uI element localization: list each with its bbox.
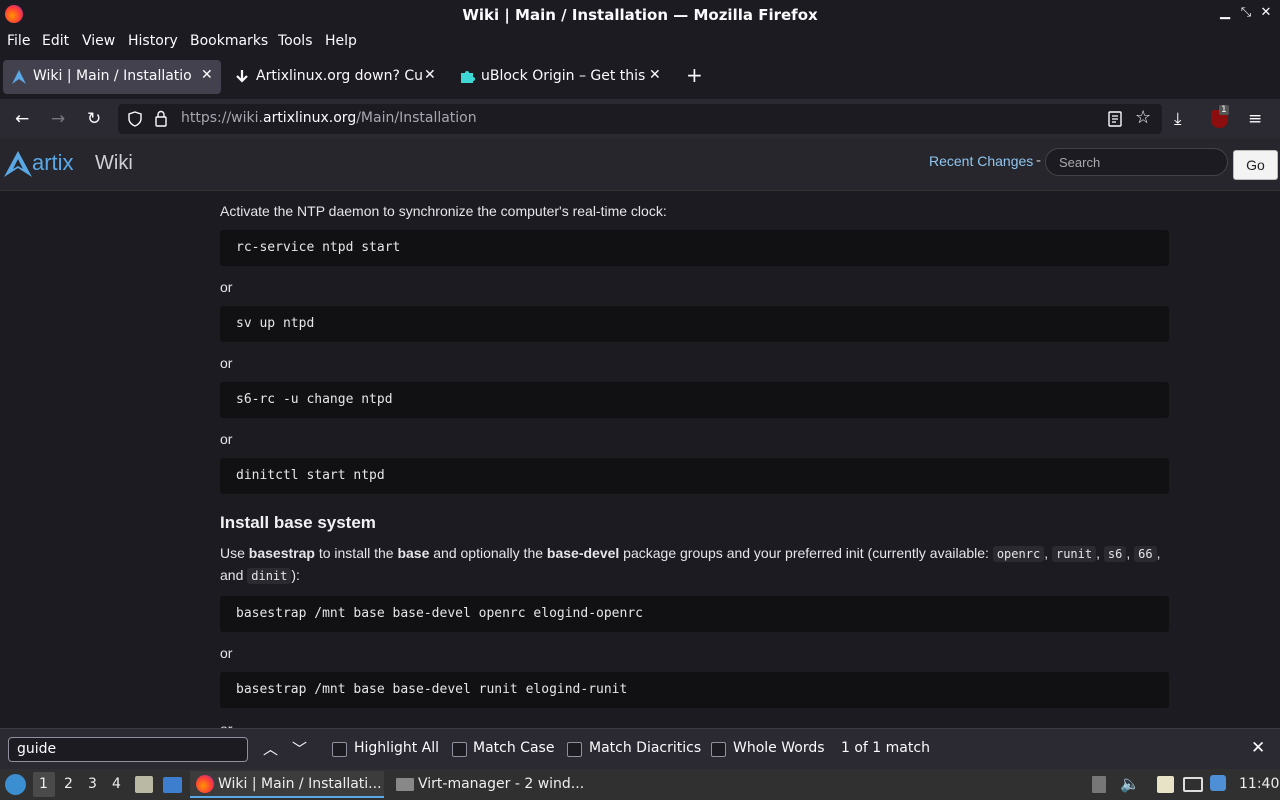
find-bar: guide ︿ ﹀ Highlight All Match Case Match…: [0, 728, 1280, 769]
go-button[interactable]: Go: [1233, 150, 1278, 180]
find-previous-icon[interactable]: ︿: [263, 738, 278, 759]
workspace-4[interactable]: 4: [112, 776, 121, 792]
menu-file[interactable]: File: [7, 33, 30, 49]
clock: 11:40: [1239, 776, 1280, 792]
back-icon[interactable]: ←: [15, 109, 29, 129]
reload-icon[interactable]: ↻: [87, 109, 101, 129]
find-input[interactable]: guide: [8, 737, 248, 762]
menu-help[interactable]: Help: [325, 33, 357, 49]
or-text: or: [220, 431, 233, 447]
logo-text[interactable]: artix: [32, 150, 74, 176]
menu-tools[interactable]: Tools: [278, 33, 313, 49]
or-text: or: [220, 645, 233, 661]
logo-wiki[interactable]: Wiki: [95, 152, 133, 175]
tab-close-icon[interactable]: ✕: [424, 67, 436, 83]
workspace-1[interactable]: 1: [39, 776, 48, 792]
navigation-toolbar: ← → ↻ https://wiki.artixlinux.org/Main/I…: [0, 99, 1280, 139]
ntp-intro: Activate the NTP daemon to synchronize t…: [220, 203, 667, 219]
close-findbar-icon[interactable]: ✕: [1251, 738, 1265, 758]
basestrap-term: basestrap: [248, 545, 315, 561]
match-diacritics-label[interactable]: Match Diacritics: [589, 740, 701, 756]
taskbar-window-label[interactable]: Virt-manager - 2 wind...: [418, 776, 584, 792]
code-block: basestrap /mnt base base-devel runit elo…: [220, 672, 1169, 708]
workspace-3[interactable]: 3: [88, 776, 97, 792]
recent-changes-link[interactable]: Recent Changes: [929, 153, 1033, 169]
taskbar: 1 2 3 4 Wiki | Main / Installati... Virt…: [0, 769, 1280, 800]
wiki-search-input[interactable]: Search: [1045, 148, 1228, 176]
tab-ublock-origin[interactable]: uBlock Origin – Get this E ✕: [451, 60, 669, 94]
install-paragraph: Use basestrap to install the base and op…: [220, 545, 1161, 562]
header-separator: -: [1036, 153, 1042, 169]
highlight-all-label[interactable]: Highlight All: [354, 740, 439, 756]
match-diacritics-checkbox[interactable]: [567, 742, 582, 757]
new-tab-button[interactable]: +: [686, 65, 703, 85]
url-bar[interactable]: https://wiki.artixlinux.org/Main/Install…: [118, 104, 1162, 134]
whole-words-label[interactable]: Whole Words: [733, 740, 825, 756]
tab-bar: Wiki | Main / Installation ✕ Artixlinux.…: [0, 54, 1280, 99]
tab-wiki-installation[interactable]: Wiki | Main / Installation ✕: [3, 60, 221, 94]
window-titlebar: Wiki | Main / Installation — Mozilla Fir…: [0, 0, 1280, 29]
file-manager-icon[interactable]: [135, 776, 153, 793]
menu-bookmarks[interactable]: Bookmarks: [190, 33, 268, 49]
workspace-2[interactable]: 2: [64, 776, 73, 792]
desktop-icon[interactable]: [163, 777, 182, 793]
menu-view[interactable]: View: [82, 33, 115, 49]
code-block: basestrap /mnt base base-devel openrc el…: [220, 596, 1169, 632]
tab-close-icon[interactable]: ✕: [201, 67, 213, 83]
inline-code: dinit: [247, 568, 292, 584]
window-title: Wiki | Main / Installation — Mozilla Fir…: [462, 6, 818, 24]
volume-icon[interactable]: 🔈: [1120, 774, 1140, 793]
code-block: dinitctl start ntpd: [220, 458, 1169, 494]
whole-words-checkbox[interactable]: [711, 742, 726, 757]
section-heading: Install base system: [220, 513, 376, 532]
hamburger-menu-icon[interactable]: ≡: [1248, 109, 1262, 129]
downloads-icon[interactable]: ⤓: [1174, 109, 1182, 129]
reader-view-icon[interactable]: [1108, 111, 1122, 127]
minimize-icon[interactable]: ▁: [1217, 5, 1233, 20]
match-case-checkbox[interactable]: [452, 742, 467, 757]
find-next-icon[interactable]: ﹀: [292, 738, 307, 759]
close-window-icon[interactable]: ✕: [1258, 5, 1274, 20]
highlight-all-checkbox[interactable]: [332, 742, 347, 757]
code-block: sv up ntpd: [220, 306, 1169, 342]
inline-code: runit: [1051, 546, 1097, 562]
clipboard-icon[interactable]: [1157, 776, 1174, 793]
tray-eject-icon[interactable]: [1092, 776, 1106, 793]
url-text[interactable]: https://wiki.artixlinux.org/Main/Install…: [181, 110, 477, 126]
or-text: or: [220, 279, 233, 295]
artix-logo-icon[interactable]: [3, 149, 33, 179]
menu-history[interactable]: History: [128, 33, 178, 49]
forward-icon[interactable]: →: [51, 109, 65, 129]
firefox-icon: [196, 775, 214, 793]
taskbar-window-label[interactable]: Wiki | Main / Installati...: [218, 776, 382, 792]
code-block: rc-service ntpd start: [220, 230, 1169, 266]
match-case-label[interactable]: Match Case: [473, 740, 554, 756]
code-block: s6-rc -u change ntpd: [220, 382, 1169, 418]
ublock-badge: 1: [1219, 105, 1229, 115]
find-status: 1 of 1 match: [841, 740, 930, 756]
addon-puzzle-icon: [461, 71, 475, 83]
inline-code: s6: [1103, 546, 1127, 562]
notification-icon[interactable]: [1210, 775, 1226, 791]
lock-icon[interactable]: [154, 110, 168, 127]
install-paragraph-line2: and dinit):: [220, 567, 300, 584]
inline-code: 66: [1134, 546, 1157, 562]
bookmark-star-icon[interactable]: ☆: [1135, 107, 1151, 128]
wiki-content: Activate the NTP daemon to synchronize t…: [0, 191, 1280, 728]
tab-artix-down[interactable]: Artixlinux.org down? Cur ✕: [226, 60, 444, 94]
start-menu-icon[interactable]: [5, 774, 26, 795]
wiki-header: artix Wiki Recent Changes - Search Go: [0, 139, 1280, 191]
or-text: or: [220, 721, 232, 728]
menu-edit[interactable]: Edit: [42, 33, 69, 49]
restore-icon[interactable]: ⤡: [1238, 5, 1254, 20]
virt-manager-icon: [396, 778, 414, 791]
menu-bar: File Edit View History Bookmarks Tools H…: [0, 29, 1280, 54]
download-arrow-icon: [236, 70, 248, 83]
or-text: or: [220, 355, 233, 371]
artix-favicon-icon: [12, 70, 26, 84]
network-icon[interactable]: [1183, 777, 1203, 792]
tab-close-icon[interactable]: ✕: [649, 67, 661, 83]
shield-icon[interactable]: [127, 111, 143, 127]
inline-code: openrc: [992, 546, 1045, 562]
